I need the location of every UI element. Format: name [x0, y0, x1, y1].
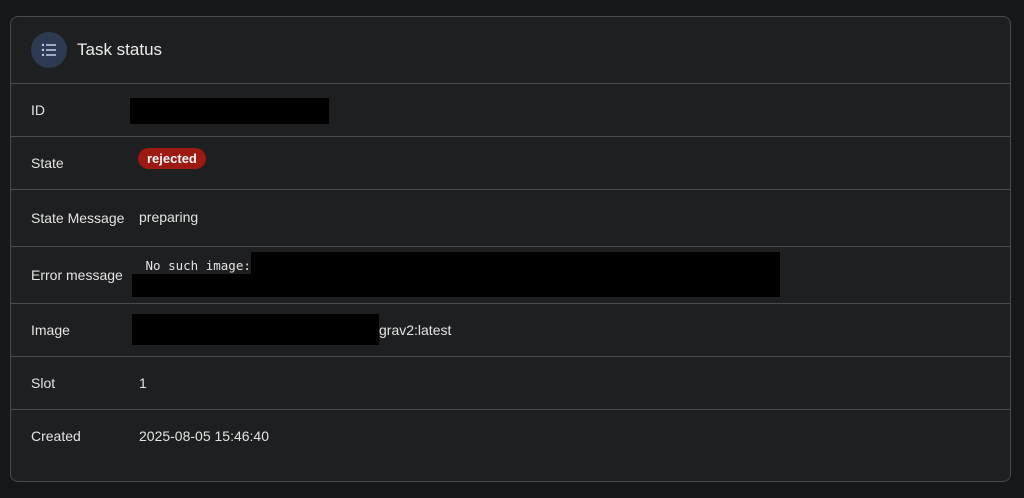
- row-value-slot: 1: [130, 357, 1010, 409]
- row-image: Image grav2:latest: [11, 304, 1010, 357]
- row-label-state: State: [31, 154, 64, 171]
- row-value-image: grav2:latest: [130, 304, 1010, 356]
- redacted-error-detail: [251, 252, 780, 297]
- row-label-slot: Slot: [31, 374, 56, 391]
- row-label-state-message: State Message: [31, 209, 125, 226]
- redacted-image-registry: [132, 314, 379, 345]
- row-created: Created 2025-08-05 15:46:40: [11, 410, 1010, 462]
- card-header: Task status: [11, 17, 1010, 84]
- state-message-text: preparing: [139, 209, 199, 225]
- created-text: 2025-08-05 15:46:40: [139, 428, 269, 444]
- row-label-image: Image: [31, 321, 70, 338]
- row-id: ID: [11, 84, 1010, 137]
- row-value-state: rejected: [130, 137, 1010, 189]
- task-status-card: Task status ID State rejected State Mess…: [10, 16, 1011, 482]
- image-tag-text: grav2:latest: [379, 322, 452, 338]
- row-slot: Slot 1: [11, 357, 1010, 410]
- redacted-id: [130, 98, 329, 124]
- row-label-created: Created: [31, 427, 81, 444]
- row-value-state-message: preparing: [130, 190, 1010, 246]
- list-icon: [31, 32, 67, 68]
- row-value-id: [130, 84, 1010, 136]
- row-state: State rejected: [11, 137, 1010, 190]
- status-badge: rejected: [138, 148, 206, 169]
- row-state-message: State Message preparing: [11, 190, 1010, 247]
- row-error-message: Error message No such image:: [11, 247, 1010, 304]
- slot-text: 1: [139, 375, 147, 391]
- row-label-id: ID: [31, 101, 45, 118]
- page-title: Task status: [77, 40, 163, 59]
- row-value-error-message: No such image:: [130, 247, 1010, 303]
- row-label-error-message: Error message: [31, 266, 123, 283]
- redacted-error-detail-2: [132, 274, 257, 297]
- error-message-text: No such image:: [138, 258, 251, 273]
- row-value-created: 2025-08-05 15:46:40: [130, 410, 1010, 462]
